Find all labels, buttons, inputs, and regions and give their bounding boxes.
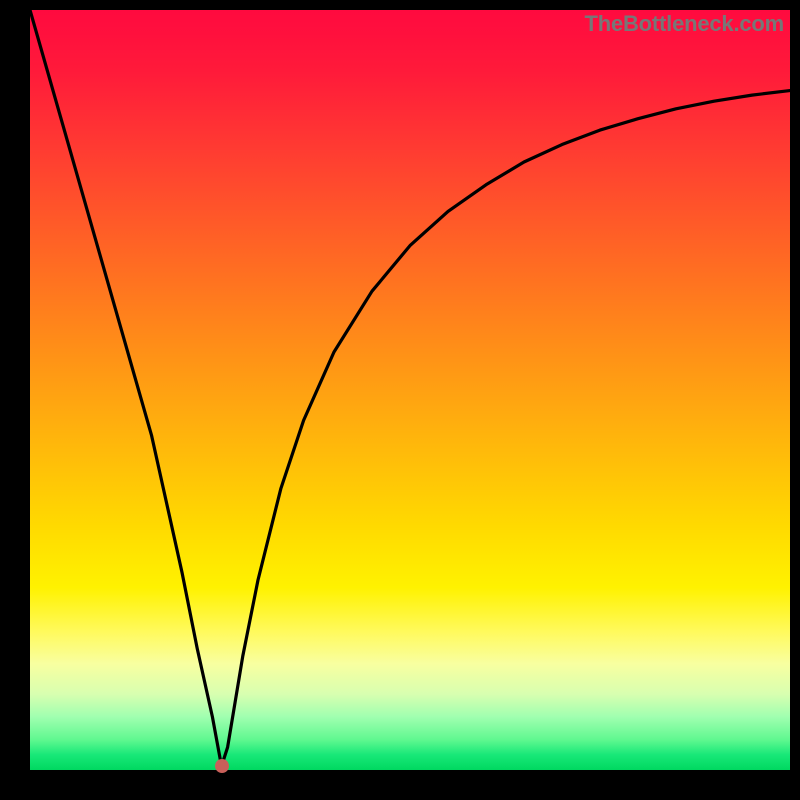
min-point-marker: [215, 759, 229, 773]
curve-path: [30, 10, 790, 766]
plot-area: TheBottleneck.com: [30, 10, 790, 770]
chart-frame: TheBottleneck.com: [0, 0, 800, 800]
curve-svg: [30, 10, 790, 770]
